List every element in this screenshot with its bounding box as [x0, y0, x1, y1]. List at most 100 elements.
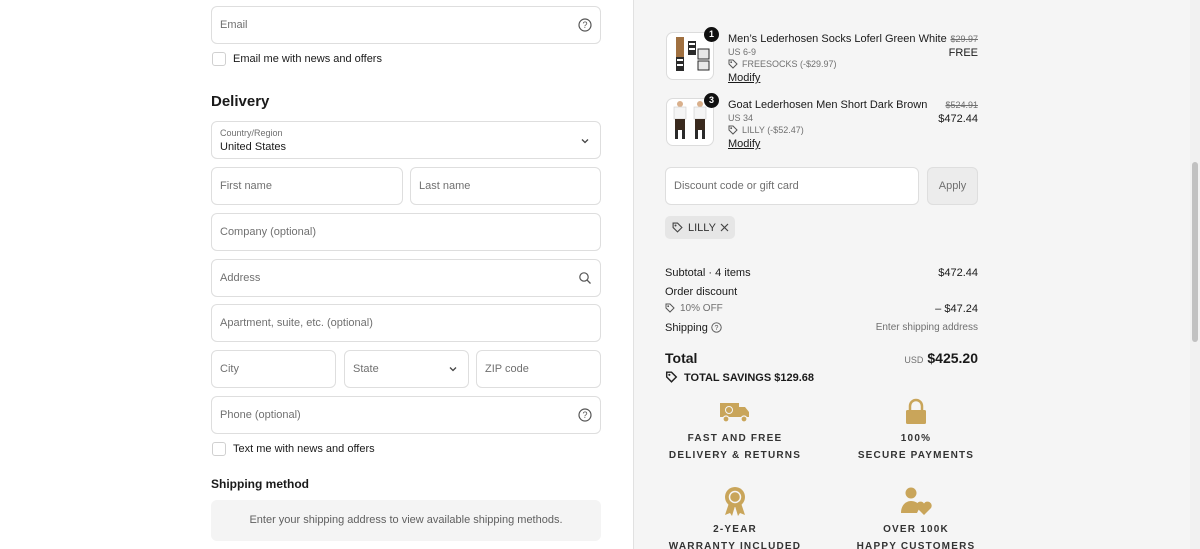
apartment-field[interactable]: Apartment, suite, etc. (optional) — [211, 304, 601, 342]
applied-code-label: LILLY — [688, 222, 716, 234]
city-placeholder: City — [220, 363, 239, 375]
product-discount: LILLY (-$52.47) — [742, 125, 804, 135]
address-field[interactable]: Address — [211, 259, 601, 297]
badge-warranty: 2-YEAR WARRANTY INCLUDED — [665, 485, 805, 549]
padlock-icon — [906, 398, 926, 424]
state-select[interactable]: State — [344, 350, 469, 388]
badge-customers: OVER 100K HAPPY CUSTOMERS — [846, 485, 986, 549]
state-placeholder: State — [353, 363, 379, 375]
total-savings-label: TOTAL SAVINGS — [684, 372, 772, 384]
apply-button[interactable]: Apply — [927, 167, 978, 205]
total-label: Total — [665, 350, 698, 366]
shipping-method-heading: Shipping method — [211, 477, 309, 491]
email-field[interactable]: Email ? — [211, 6, 601, 44]
order-discount-label: Order discount — [665, 286, 738, 298]
apartment-placeholder: Apartment, suite, etc. (optional) — [220, 317, 373, 329]
tag-icon — [665, 371, 678, 383]
first-name-field[interactable]: First name — [211, 167, 403, 205]
close-icon[interactable] — [720, 223, 729, 232]
delivery-truck-icon — [720, 403, 749, 423]
discount-code-placeholder: Discount code or gift card — [674, 180, 799, 192]
subtotal-value: $472.44 — [938, 267, 978, 279]
company-field[interactable]: Company (optional) — [211, 213, 601, 251]
product-name: Men’s Lederhosen Socks Loferl Green Whit… — [728, 33, 947, 45]
badge-delivery: FAST AND FREE DELIVERY & RETURNS — [665, 398, 805, 464]
shipping-method-notice: Enter your shipping address to view avai… — [211, 500, 601, 541]
product-thumbnail: 1 — [666, 27, 719, 80]
award-ribbon-icon — [725, 487, 745, 516]
item-price: $472.44 — [938, 113, 978, 125]
shipping-label: Shipping — [665, 322, 708, 334]
country-select[interactable]: Country/Region United States — [211, 121, 601, 159]
svg-text:?: ? — [582, 410, 587, 420]
user-heart-icon — [901, 487, 932, 515]
company-placeholder: Company (optional) — [220, 226, 316, 238]
city-field[interactable]: City — [211, 350, 336, 388]
help-circle-icon[interactable]: ? — [711, 322, 722, 333]
tag-icon — [672, 222, 683, 233]
tag-icon — [728, 59, 738, 69]
country-label: Country/Region — [220, 128, 283, 138]
phone-placeholder: Phone (optional) — [220, 409, 301, 421]
delivery-heading: Delivery — [211, 93, 270, 110]
original-price: $29.97 — [950, 34, 978, 44]
last-name-placeholder: Last name — [419, 180, 471, 192]
badge-line1: OVER 100K — [883, 524, 949, 535]
order-discount-value: – $47.24 — [935, 303, 978, 315]
badge-line2: DELIVERY & RETURNS — [668, 450, 802, 461]
badge-line2: SECURE PAYMENTS — [857, 450, 975, 461]
product-variant: US 6-9 — [728, 47, 757, 57]
sms-opt-in-checkbox[interactable] — [212, 442, 226, 456]
zip-placeholder: ZIP code — [485, 363, 529, 375]
product-variant: US 34 — [728, 113, 754, 123]
email-opt-in-label: Email me with news and offers — [233, 53, 382, 65]
order-discount-code: 10% OFF — [680, 303, 723, 314]
badge-line1: 2-YEAR — [713, 524, 757, 535]
search-icon — [579, 272, 591, 284]
badge-line2: HAPPY CUSTOMERS — [856, 541, 976, 549]
chevron-down-icon — [581, 139, 589, 144]
subtotal-label: Subtotal · 4 items — [665, 267, 751, 279]
page-scrollbar[interactable] — [1190, 0, 1200, 549]
country-value: United States — [220, 141, 287, 153]
discount-code-field[interactable]: Discount code or gift card — [665, 167, 919, 205]
help-circle-icon[interactable]: ? — [578, 18, 592, 32]
badge-line2: WARRANTY INCLUDED — [668, 541, 802, 549]
phone-field[interactable]: Phone (optional) ? — [211, 396, 601, 434]
first-name-placeholder: First name — [220, 180, 272, 192]
help-circle-icon[interactable]: ? — [578, 408, 592, 422]
shipping-value: Enter shipping address — [875, 322, 978, 333]
item-price: FREE — [948, 47, 978, 59]
modify-link[interactable]: Modify — [728, 72, 760, 84]
svg-text:?: ? — [582, 20, 587, 30]
applied-code-chip: LILLY — [665, 216, 735, 239]
total-amount: USD $425.20 — [904, 350, 978, 366]
badge-line1: 100% — [900, 433, 932, 444]
badge-line1: FAST AND FREE — [687, 433, 783, 444]
zip-field[interactable]: ZIP code — [476, 350, 601, 388]
scrollbar-thumb[interactable] — [1192, 162, 1198, 342]
email-placeholder: Email — [220, 19, 248, 31]
checkout-form: Email ? Email me with news and offers De… — [0, 0, 633, 549]
svg-text:?: ? — [715, 325, 719, 332]
tag-icon — [728, 125, 738, 135]
chevron-down-icon — [449, 367, 457, 372]
last-name-field[interactable]: Last name — [410, 167, 601, 205]
badge-secure: 100% SECURE PAYMENTS — [846, 398, 986, 464]
total-value: $425.20 — [927, 350, 978, 366]
total-savings-value: $129.68 — [774, 372, 815, 384]
product-name: Goat Lederhosen Men Short Dark Brown — [728, 99, 928, 111]
sms-opt-in-label: Text me with news and offers — [233, 443, 375, 455]
modify-link[interactable]: Modify — [728, 138, 760, 150]
quantity-badge: 1 — [704, 27, 719, 42]
tag-icon — [665, 303, 675, 313]
order-summary-panel: 1 Men’s Lederhosen Socks Loferl Green Wh… — [633, 0, 1200, 549]
email-opt-in-checkbox[interactable] — [212, 52, 226, 66]
total-savings: TOTAL SAVINGS $129.68 — [684, 372, 814, 384]
currency-code: USD — [904, 355, 924, 365]
product-thumbnail: 3 — [666, 93, 719, 146]
quantity-badge: 3 — [704, 93, 719, 108]
product-discount: FREESOCKS (-$29.97) — [742, 59, 837, 69]
original-price: $524.91 — [945, 100, 978, 110]
address-placeholder: Address — [220, 272, 261, 284]
